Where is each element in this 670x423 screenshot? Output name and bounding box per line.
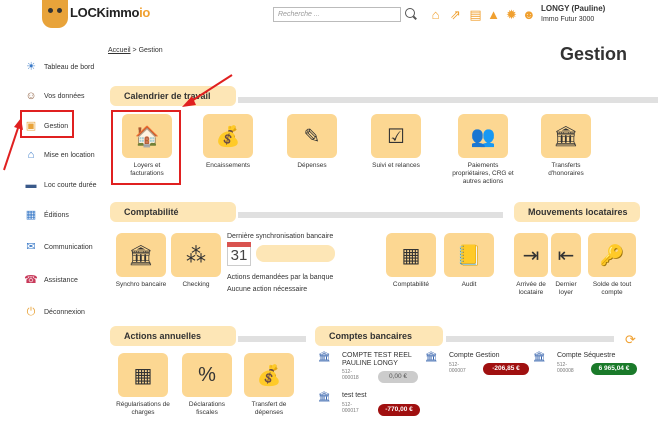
dashboard-icon: ☀ xyxy=(26,61,36,73)
document-icon[interactable]: ▤ xyxy=(469,8,482,21)
invoice-house-icon: 🏠 xyxy=(122,114,172,158)
sync-label: Dernière synchronisation bancaire xyxy=(227,233,334,240)
refresh-icon[interactable]: ⟳ xyxy=(625,332,636,348)
bank-account-card[interactable]: 🏛 Compte Gestion 512-000007 -206,85 € xyxy=(425,352,531,380)
tile-paiements-proprietaires[interactable]: 👥 Paiements propriétaires, CRG et autres… xyxy=(450,114,516,186)
tile-comptabilite[interactable]: ▦ Comptabilité xyxy=(384,233,438,289)
breadcrumb-home-link[interactable]: Accueil xyxy=(108,47,131,54)
breadcrumb: Accueil > Gestion xyxy=(108,47,163,54)
tile-loyers-facturations[interactable]: 🏠 Loyers et facturations xyxy=(117,114,177,178)
bank-account-card[interactable]: 🏛 Compte Séquestre 512-000008 6 965,04 € xyxy=(533,352,639,380)
bank-actions-status: Aucune action nécessaire xyxy=(227,286,308,293)
annotation-arrow-sidebar xyxy=(3,118,23,171)
sidebar-item-tableau-de-bord[interactable]: ☀ Tableau de bord xyxy=(24,58,94,76)
tile-depenses[interactable]: ✎ Dépenses xyxy=(284,114,340,170)
bed-icon: ▬ xyxy=(25,179,37,191)
tile-suivi-relances[interactable]: ☑ Suivi et relances xyxy=(369,114,423,170)
bank-icon: 🏛 xyxy=(533,352,546,363)
app-logo[interactable]: LOCKimmoio xyxy=(40,0,152,28)
agency-name: Immo Futur 3000 xyxy=(541,16,595,23)
annotation-arrow-tile xyxy=(182,74,233,107)
sidebar-item-vos-donnees[interactable]: ☺ Vos données xyxy=(24,87,84,105)
audit-book-icon: 📒 xyxy=(444,233,494,277)
section-title-comptabilite: Comptabilité xyxy=(110,202,236,222)
tile-encaissements[interactable]: 💰 Encaissements xyxy=(201,114,255,170)
door-enter-icon: ⇥ xyxy=(514,233,548,277)
bell-icon[interactable]: ▲ xyxy=(487,8,500,21)
money-bags-icon: 💰 xyxy=(244,353,294,397)
sidebar-item-assistance[interactable]: ☎ Assistance xyxy=(24,271,78,289)
home-icon[interactable]: ⌂ xyxy=(429,8,442,21)
bank-icon: 🏛 xyxy=(116,233,166,277)
sidebar-item-deconnexion[interactable]: ⏻ Déconnexion xyxy=(24,303,85,321)
cheque-icon: ✎ xyxy=(287,114,337,158)
coin-hand-icon: 💰 xyxy=(203,114,253,158)
user-name[interactable]: LONGY (Pauline) xyxy=(541,4,605,13)
tile-regularisations-charges[interactable]: ▦ Régularisations de charges xyxy=(114,353,172,417)
calendar-icon: 31 xyxy=(227,242,251,266)
search-input[interactable]: Recherche ... xyxy=(273,7,401,22)
bank-actions-label: Actions demandées par la banque xyxy=(227,274,334,281)
search-icon[interactable] xyxy=(405,8,415,18)
account-balance: 0,00 € xyxy=(378,371,418,383)
tile-transfert-depenses[interactable]: 💰 Transfert de dépenses xyxy=(242,353,296,417)
bank-icon: 🏛 xyxy=(318,392,331,403)
calculator-icon: ▦ xyxy=(386,233,436,277)
calculator-coins-icon: ▦ xyxy=(118,353,168,397)
user-icon: ☺ xyxy=(25,90,37,102)
account-balance: -206,85 € xyxy=(483,363,529,375)
section-divider xyxy=(238,212,503,218)
bank-account-card[interactable]: 🏛 test test 512-000017 -770,00 € xyxy=(318,392,422,420)
section-title-comptes-bancaires: Comptes bancaires xyxy=(315,326,443,346)
tile-checking[interactable]: ⁂ Checking xyxy=(169,233,223,289)
checklist-icon: ☑ xyxy=(371,114,421,158)
logout-icon: ⏻ xyxy=(26,306,36,318)
cat-mascot-icon xyxy=(42,0,68,28)
tile-synchro-bancaire[interactable]: 🏛 Synchro bancaire xyxy=(114,233,168,289)
tile-arrivee-locataire[interactable]: ⇥ Arrivée de locataire xyxy=(512,233,550,297)
account-balance: -770,00 € xyxy=(378,404,420,416)
people-icon: 👥 xyxy=(458,114,508,158)
tax-icon: % xyxy=(182,353,232,397)
tile-dernier-loyer[interactable]: ⇤ Dernier loyer xyxy=(549,233,583,297)
section-divider xyxy=(446,336,614,342)
users-icon[interactable]: ☻ xyxy=(522,8,536,21)
assistance-icon: ☎ xyxy=(24,274,38,286)
bank-icon: 🏛 xyxy=(425,352,438,363)
tile-declarations-fiscales[interactable]: % Déclarations fiscales xyxy=(180,353,234,417)
section-title-mouvements: Mouvements locataires xyxy=(514,202,640,222)
sidebar-item-editions[interactable]: ▦ Éditions xyxy=(24,206,69,224)
sidebar-item-communication[interactable]: ✉ Communication xyxy=(24,238,92,256)
account-balance: 6 965,04 € xyxy=(591,363,637,375)
bank-transfer-icon: 🏛 xyxy=(541,114,591,158)
sidebar-item-loc-courte-duree[interactable]: ▬ Loc courte durée xyxy=(24,176,97,194)
gear-icon[interactable]: ✹ xyxy=(505,8,518,21)
bank-icon: 🏛 xyxy=(318,352,331,363)
tile-transferts-honoraires[interactable]: 🏛 Transferts d'honoraires xyxy=(538,114,594,178)
sidebar-item-mise-en-location[interactable]: ⌂ Mise en location xyxy=(24,146,95,164)
sidebar-item-gestion[interactable]: ▣ Gestion xyxy=(24,117,68,135)
bank-account-card[interactable]: 🏛 COMPTE TEST REEL PAULINE LONGY 512-000… xyxy=(318,352,422,384)
door-exit-icon: ⇤ xyxy=(551,233,581,277)
tile-solde-de-tout-compte[interactable]: 🔑 Solde de tout compte xyxy=(587,233,637,297)
section-divider xyxy=(238,336,306,342)
page-title: Gestion xyxy=(560,44,628,64)
section-title-actions-annuelles: Actions annuelles xyxy=(110,326,236,346)
communication-icon: ✉ xyxy=(26,241,36,253)
door-key-icon: 🔑 xyxy=(588,233,636,277)
logo-text: LOCKimmoio xyxy=(70,5,151,20)
breadcrumb-current: Gestion xyxy=(138,47,163,54)
section-divider xyxy=(238,97,658,103)
editions-icon: ▦ xyxy=(25,209,37,221)
external-link-icon[interactable]: ⇗ xyxy=(449,8,462,21)
dots-icon: ⁂ xyxy=(171,233,221,277)
sync-status-bar xyxy=(256,245,335,262)
tile-audit[interactable]: 📒 Audit xyxy=(442,233,496,289)
